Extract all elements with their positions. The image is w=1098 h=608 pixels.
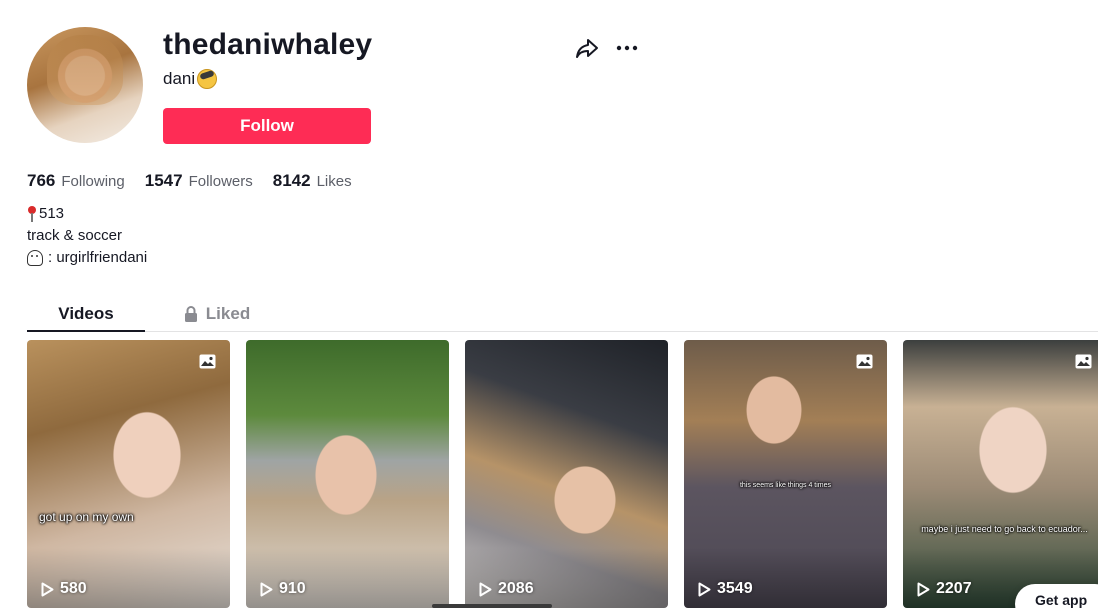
play-icon: [41, 582, 54, 596]
video-card[interactable]: maybe i just need to go back to ecuador.…: [903, 340, 1098, 608]
cool-face-emoji-icon: [197, 69, 218, 89]
nickname-text: dani: [163, 69, 196, 88]
tab-videos-label: Videos: [58, 303, 114, 323]
video-views: 2207: [917, 580, 972, 598]
video-card[interactable]: 2086: [465, 340, 668, 608]
play-icon: [260, 582, 273, 596]
share-icon[interactable]: [574, 36, 600, 60]
play-icon: [698, 582, 711, 596]
tab-liked[interactable]: Liked: [167, 296, 267, 331]
lock-icon: [184, 305, 197, 322]
video-caption: this seems like things 4 times: [739, 482, 832, 489]
get-app-button[interactable]: Get app: [1015, 584, 1098, 608]
bio-line1-text: 513: [39, 205, 65, 222]
tab-videos[interactable]: Videos: [27, 296, 145, 331]
bio-line3-text: : urgirlfriendani: [48, 249, 148, 266]
video-views: 3549: [698, 580, 753, 598]
followers-count: 1547: [144, 171, 183, 190]
follow-button[interactable]: Follow: [163, 108, 371, 144]
video-views-count: 580: [60, 580, 87, 597]
video-views: 910: [260, 580, 306, 598]
video-caption: got up on my own: [39, 510, 134, 524]
video-views-count: 3549: [717, 580, 753, 597]
profile-bio: 513 track & soccer : urgirlfriendani: [27, 203, 147, 269]
horizontal-scrollbar[interactable]: [432, 604, 552, 608]
snapchat-ghost-icon: [27, 250, 43, 266]
video-views: 2086: [479, 580, 534, 598]
video-grid: got up on my own 580 910 2086 this seems…: [27, 340, 1098, 608]
profile-stats: 766 Following 1547 Followers 8142 Likes: [27, 171, 352, 191]
photo-mode-icon: [1075, 354, 1092, 369]
profile-nickname: dani: [163, 69, 218, 89]
pin-icon: [27, 206, 37, 222]
profile-tabs: Videos Liked: [27, 296, 1098, 332]
bio-line-location: 513: [27, 203, 147, 225]
bio-line2-text: track & soccer: [27, 227, 123, 244]
following-label: Following: [61, 173, 125, 190]
video-caption: maybe i just need to go back to ecuador.…: [921, 524, 1088, 534]
video-card[interactable]: 910: [246, 340, 449, 608]
profile-username: thedaniwhaley: [163, 28, 373, 61]
following-stat[interactable]: 766 Following: [27, 171, 125, 191]
video-views-count: 910: [279, 580, 306, 597]
followers-stat[interactable]: 1547 Followers: [145, 171, 253, 191]
tab-liked-label: Liked: [205, 303, 251, 323]
video-views-count: 2207: [936, 580, 972, 597]
photo-mode-icon: [199, 354, 216, 369]
play-icon: [917, 582, 930, 596]
following-count: 766: [27, 171, 56, 190]
bio-line-snapchat: : urgirlfriendani: [27, 247, 147, 269]
video-views: 580: [41, 580, 87, 598]
video-views-count: 2086: [498, 580, 534, 597]
followers-label: Followers: [188, 173, 253, 190]
likes-count: 8142: [272, 171, 311, 190]
profile-avatar[interactable]: [27, 27, 143, 143]
active-tab-indicator: [27, 330, 145, 332]
bio-line-sports: track & soccer: [27, 225, 147, 247]
video-card[interactable]: got up on my own 580: [27, 340, 230, 608]
more-options-icon[interactable]: [614, 36, 640, 60]
likes-label: Likes: [316, 173, 352, 190]
video-card[interactable]: this seems like things 4 times 3549: [684, 340, 887, 608]
likes-stat: 8142 Likes: [273, 171, 352, 191]
play-icon: [479, 582, 492, 596]
photo-mode-icon: [856, 354, 873, 369]
